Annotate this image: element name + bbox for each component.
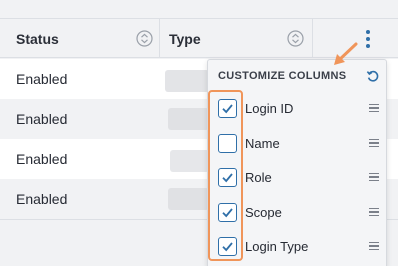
status-cell: Enabled xyxy=(16,71,68,87)
column-option-scope[interactable]: Scope xyxy=(208,195,386,229)
checkbox[interactable] xyxy=(218,133,237,153)
type-cell-placeholder xyxy=(170,150,209,172)
column-option-role[interactable]: Role xyxy=(208,160,386,194)
sort-icon[interactable] xyxy=(287,30,304,47)
status-cell: Enabled xyxy=(16,111,68,127)
kebab-dot xyxy=(366,44,370,48)
type-cell-placeholder xyxy=(168,108,209,130)
column-header-type-label: Type xyxy=(169,30,201,47)
status-cell: Enabled xyxy=(16,151,68,167)
column-header-status-label: Status xyxy=(16,30,59,47)
drag-handle-icon[interactable] xyxy=(369,173,379,181)
sort-icon[interactable] xyxy=(136,30,153,47)
checkbox[interactable] xyxy=(218,236,237,256)
drag-handle-icon[interactable] xyxy=(369,208,379,216)
column-option-label: Login ID xyxy=(245,100,294,116)
type-cell-placeholder xyxy=(165,70,209,92)
column-option-label: Login Type xyxy=(245,238,309,254)
check-icon xyxy=(222,241,233,251)
column-option-login-type[interactable]: Login Type xyxy=(208,229,386,263)
kebab-menu-icon[interactable] xyxy=(356,21,380,57)
check-icon xyxy=(222,103,233,113)
column-option-login-id[interactable]: Login ID xyxy=(208,91,386,125)
drag-handle-icon[interactable] xyxy=(369,242,379,250)
column-divider[interactable] xyxy=(312,19,313,58)
table-top-strip xyxy=(0,0,398,18)
check-icon xyxy=(222,207,233,217)
column-option-label: Role xyxy=(245,169,272,185)
check-icon xyxy=(222,172,233,182)
type-cell-placeholder xyxy=(168,188,209,210)
customize-columns-panel: CUSTOMIZE COLUMNS Login ID Name Role Sco… xyxy=(207,59,387,266)
kebab-dot xyxy=(366,30,370,34)
drag-handle-icon[interactable] xyxy=(369,139,379,147)
reset-icon[interactable] xyxy=(366,69,380,83)
column-divider[interactable] xyxy=(159,19,160,58)
kebab-dot xyxy=(366,37,370,41)
panel-title: CUSTOMIZE COLUMNS xyxy=(218,70,347,82)
column-option-label: Name xyxy=(245,135,280,151)
panel-header: CUSTOMIZE COLUMNS xyxy=(208,60,386,92)
drag-handle-icon[interactable] xyxy=(369,104,379,112)
table-header: Status Type xyxy=(0,18,398,58)
column-option-label: Scope xyxy=(245,204,282,220)
status-cell: Enabled xyxy=(16,191,68,207)
checkbox[interactable] xyxy=(218,167,237,187)
column-option-name[interactable]: Name xyxy=(208,126,386,160)
checkbox[interactable] xyxy=(218,98,237,118)
checkbox[interactable] xyxy=(218,202,237,222)
